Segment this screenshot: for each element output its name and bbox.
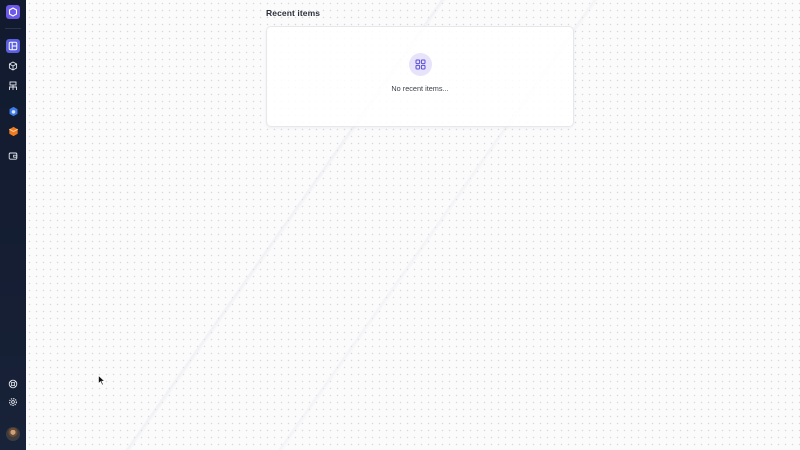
help-icon[interactable] (6, 377, 20, 391)
hexagon-logo-icon[interactable] (6, 5, 20, 19)
sidebar-divider (5, 28, 21, 29)
people-hierarchy-icon[interactable] (6, 79, 20, 93)
grid-icon (409, 53, 432, 76)
main-content: Recent items No recent items... (26, 0, 800, 450)
gear-icon[interactable] (6, 395, 20, 409)
blue-app-icon[interactable] (6, 104, 20, 118)
empty-state-text: No recent items... (391, 84, 449, 93)
wallet-icon[interactable] (6, 149, 20, 163)
dashboard-icon[interactable] (6, 39, 20, 53)
section-title: Recent items (266, 8, 321, 18)
recent-items-card: No recent items... (266, 26, 574, 127)
user-avatar[interactable] (6, 427, 20, 441)
mouse-cursor-icon (98, 375, 106, 386)
sidebar (0, 0, 26, 450)
orange-app-icon[interactable] (6, 124, 20, 138)
cube-icon[interactable] (6, 59, 20, 73)
